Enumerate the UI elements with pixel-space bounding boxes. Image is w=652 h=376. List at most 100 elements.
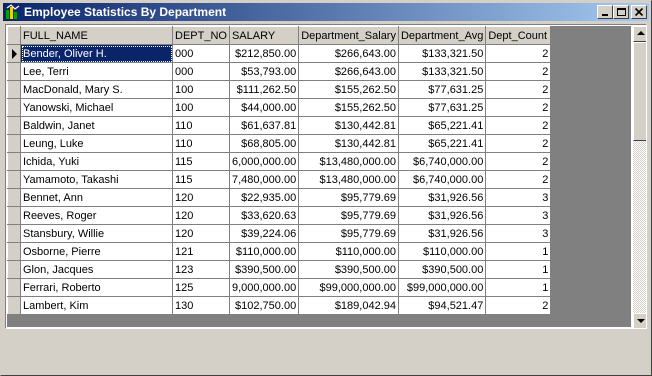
cell-salary[interactable]: $111,262.50: [229, 80, 300, 99]
cell-department-salary[interactable]: $130,442.81: [298, 134, 399, 153]
cell-full-name[interactable]: Stansbury, Willie: [20, 224, 173, 243]
cell-salary[interactable]: 9,000,000.00: [229, 278, 300, 297]
cell-full-name[interactable]: Baldwin, Janet: [20, 116, 173, 135]
cell-full-name[interactable]: Yamamoto, Takashi: [20, 170, 173, 189]
cell-dept-count[interactable]: 3: [485, 224, 552, 243]
cell-dept-count[interactable]: 2: [485, 62, 552, 81]
cell-salary[interactable]: $390,500.00: [229, 260, 300, 279]
column-header-full-name[interactable]: FULL_NAME: [20, 26, 173, 45]
cell-full-name[interactable]: Lee, Terri: [20, 62, 173, 81]
cell-department-salary[interactable]: $95,779.69: [298, 224, 399, 243]
cell-salary[interactable]: $33,620.63: [229, 206, 300, 225]
cell-salary[interactable]: $110,000.00: [229, 242, 300, 261]
cell-full-name[interactable]: Reeves, Roger: [20, 206, 173, 225]
row-indicator[interactable]: [7, 134, 21, 153]
cell-department-salary[interactable]: $130,442.81: [298, 116, 399, 135]
table-row[interactable]: MacDonald, Mary S. 100 $111,262.50 $155,262…: [7, 80, 552, 99]
cell-department-avg[interactable]: $77,631.25: [398, 80, 487, 99]
cell-salary[interactable]: $53,793.00: [229, 62, 300, 81]
row-indicator[interactable]: [7, 170, 21, 189]
close-button[interactable]: [631, 5, 647, 19]
cell-salary[interactable]: $212,850.00: [229, 44, 300, 63]
cell-dept-no[interactable]: 125: [172, 278, 230, 297]
cell-department-avg[interactable]: $6,740,000.00: [398, 152, 487, 171]
table-row[interactable]: Yamamoto, Takashi 115 7,480,000.00 $13,480,…: [7, 170, 552, 189]
cell-dept-count[interactable]: 2: [485, 296, 552, 315]
cell-department-avg[interactable]: $6,740,000.00: [398, 170, 487, 189]
table-row[interactable]: Lee, Terri 000 $53,793.00 $266,643.00 $133,3…: [7, 62, 552, 81]
cell-dept-no[interactable]: 121: [172, 242, 230, 261]
cell-dept-no[interactable]: 115: [172, 152, 230, 171]
cell-department-avg[interactable]: $65,221.41: [398, 116, 487, 135]
column-header-salary[interactable]: SALARY: [228, 26, 300, 45]
cell-department-avg[interactable]: $31,926.56: [398, 224, 487, 243]
cell-full-name[interactable]: Osborne, Pierre: [20, 242, 173, 261]
cell-full-name[interactable]: Lambert, Kim: [20, 296, 173, 315]
cell-department-avg[interactable]: $65,221.41: [398, 134, 487, 153]
table-row[interactable]: Baldwin, Janet 110 $61,637.81 $130,442.81 $6…: [7, 116, 552, 135]
cell-department-avg[interactable]: $94,521.47: [398, 296, 487, 315]
cell-department-avg[interactable]: $133,321.50: [398, 44, 487, 63]
row-indicator[interactable]: [7, 116, 21, 135]
cell-dept-no[interactable]: 130: [172, 296, 230, 315]
data-grid[interactable]: FULL_NAME DEPT_NO SALARY Department_Sala…: [5, 24, 647, 329]
cell-dept-no[interactable]: 120: [172, 188, 230, 207]
table-row[interactable]: Glon, Jacques 123 $390,500.00 $390,500.00 $3…: [7, 260, 552, 279]
row-indicator[interactable]: [7, 206, 21, 225]
cell-department-avg[interactable]: $31,926.56: [398, 188, 487, 207]
column-header-dept-no[interactable]: DEPT_NO: [172, 26, 230, 45]
row-indicator[interactable]: [7, 152, 21, 171]
cell-dept-count[interactable]: 2: [485, 170, 552, 189]
cell-dept-count[interactable]: 1: [485, 242, 552, 261]
cell-department-salary[interactable]: $13,480,000.00: [298, 170, 399, 189]
cell-dept-count[interactable]: 1: [485, 260, 552, 279]
cell-salary[interactable]: $68,805.00: [229, 134, 300, 153]
row-indicator[interactable]: [7, 224, 21, 243]
cell-salary[interactable]: $39,224.06: [229, 224, 300, 243]
cell-dept-count[interactable]: 2: [485, 116, 552, 135]
cell-department-avg[interactable]: $133,321.50: [398, 62, 487, 81]
table-row[interactable]: Reeves, Roger 120 $33,620.63 $95,779.69 $31,…: [7, 206, 552, 225]
table-row[interactable]: Lambert, Kim 130 $102,750.00 $189,042.94 $94…: [7, 296, 552, 315]
cell-salary[interactable]: $22,935.00: [229, 188, 300, 207]
table-row[interactable]: Osborne, Pierre 121 $110,000.00 $110,000.00…: [7, 242, 552, 261]
cell-full-name[interactable]: Yanowski, Michael: [20, 98, 173, 117]
cell-department-avg[interactable]: $110,000.00: [398, 242, 487, 261]
row-indicator[interactable]: [7, 80, 21, 99]
cell-department-salary[interactable]: $189,042.94: [298, 296, 399, 315]
cell-department-avg[interactable]: $77,631.25: [398, 98, 487, 117]
table-row[interactable]: Bender, Oliver H. 000 $212,850.00 $266,643.…: [7, 44, 552, 63]
cell-dept-no[interactable]: 120: [172, 224, 230, 243]
table-row[interactable]: Leung, Luke 110 $68,805.00 $130,442.81 $65,2…: [7, 134, 552, 153]
cell-department-avg[interactable]: $390,500.00: [398, 260, 487, 279]
row-indicator[interactable]: [7, 98, 21, 117]
cell-dept-no[interactable]: 000: [172, 62, 230, 81]
title-bar[interactable]: Employee Statistics By Department: [3, 3, 649, 21]
cell-department-salary[interactable]: $266,643.00: [298, 62, 399, 81]
row-indicator[interactable]: [7, 44, 21, 63]
row-indicator[interactable]: [7, 278, 21, 297]
cell-full-name[interactable]: Bender, Oliver H.: [20, 44, 173, 63]
cell-salary[interactable]: 7,480,000.00: [229, 170, 300, 189]
vertical-scrollbar[interactable]: [633, 26, 646, 328]
column-header-dept-count[interactable]: Dept_Count: [485, 26, 552, 45]
cell-department-avg[interactable]: $99,000,000.00: [398, 278, 487, 297]
cell-full-name[interactable]: Glon, Jacques: [20, 260, 173, 279]
row-indicator[interactable]: [7, 260, 21, 279]
cell-salary[interactable]: $61,637.81: [229, 116, 300, 135]
cell-department-salary[interactable]: $155,262.50: [298, 98, 399, 117]
cell-dept-count[interactable]: 3: [485, 188, 552, 207]
cell-department-avg[interactable]: $31,926.56: [398, 206, 487, 225]
cell-dept-no[interactable]: 000: [172, 44, 230, 63]
scroll-down-button[interactable]: [633, 313, 646, 328]
cell-dept-count[interactable]: 1: [485, 278, 552, 297]
maximize-button[interactable]: [613, 5, 629, 19]
minimize-button[interactable]: [597, 5, 613, 19]
cell-dept-no[interactable]: 110: [172, 134, 230, 153]
cell-department-salary[interactable]: $95,779.69: [298, 206, 399, 225]
cell-dept-count[interactable]: 3: [485, 206, 552, 225]
column-header-department-salary[interactable]: Department_Salary: [298, 26, 399, 45]
cell-dept-no[interactable]: 115: [172, 170, 230, 189]
cell-dept-no[interactable]: 120: [172, 206, 230, 225]
cell-dept-no[interactable]: 110: [172, 116, 230, 135]
